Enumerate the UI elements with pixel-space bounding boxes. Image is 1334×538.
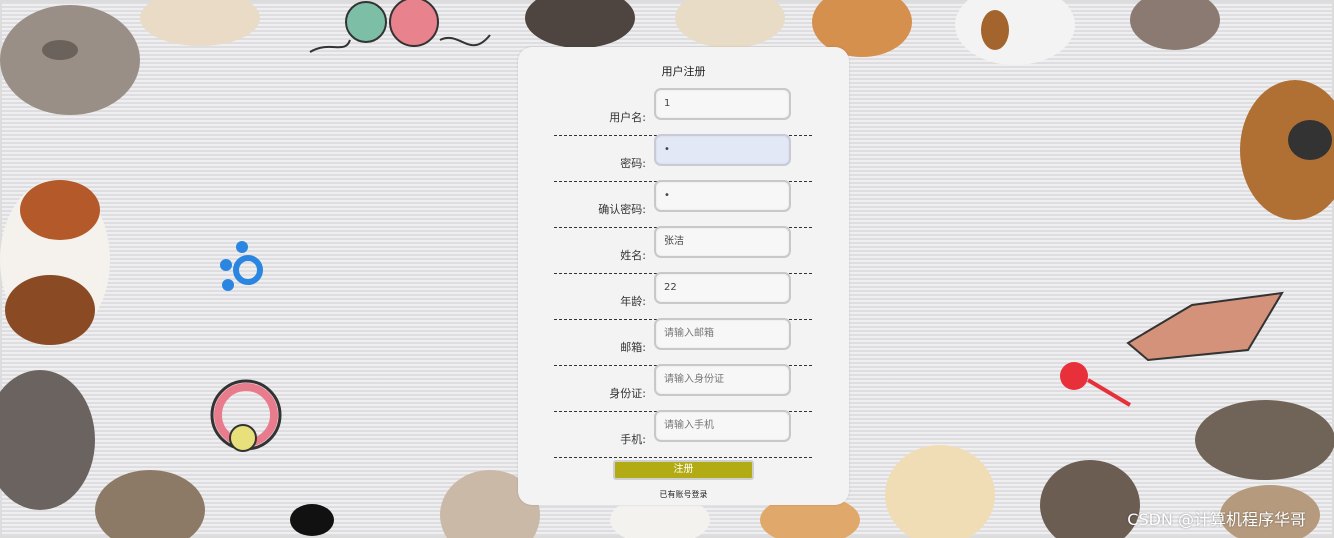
field-row-age: 年龄: 22	[554, 272, 812, 320]
phone-label: 手机:	[620, 433, 646, 446]
password-label: 密码:	[620, 157, 646, 170]
field-row-email: 邮箱: 请输入邮箱	[554, 318, 812, 366]
field-row-id-card: 身份证: 请输入身份证	[554, 364, 812, 412]
password-input[interactable]: •	[654, 134, 791, 166]
phone-input[interactable]: 请输入手机	[654, 410, 791, 442]
email-label: 邮箱:	[620, 341, 646, 354]
username-label: 用户名:	[609, 111, 646, 124]
id-card-input[interactable]: 请输入身份证	[654, 364, 791, 396]
age-label: 年龄:	[620, 295, 646, 308]
id-card-label: 身份证:	[609, 387, 646, 400]
register-button[interactable]: 注册	[613, 460, 754, 480]
name-input[interactable]: 张洁	[654, 226, 791, 258]
age-input[interactable]: 22	[654, 272, 791, 304]
registration-form: 用户注册 用户名: 1 密码: • 确认密码: • 姓名: 张洁 年龄: 22 …	[518, 47, 849, 505]
field-row-password: 密码: •	[554, 134, 812, 182]
field-row-confirm-password: 确认密码: •	[554, 180, 812, 228]
name-label: 姓名:	[620, 249, 646, 262]
confirm-password-label: 确认密码:	[598, 203, 646, 216]
field-row-phone: 手机: 请输入手机	[554, 410, 812, 458]
username-input[interactable]: 1	[654, 88, 791, 120]
field-row-username: 用户名: 1	[554, 88, 812, 136]
email-input[interactable]: 请输入邮箱	[654, 318, 791, 350]
confirm-password-input[interactable]: •	[654, 180, 791, 212]
watermark-text: CSDN @计算机程序华哥	[1127, 510, 1306, 529]
field-row-name: 姓名: 张洁	[554, 226, 812, 274]
login-link[interactable]: 已有账号登录	[518, 489, 849, 500]
form-title: 用户注册	[661, 65, 706, 78]
